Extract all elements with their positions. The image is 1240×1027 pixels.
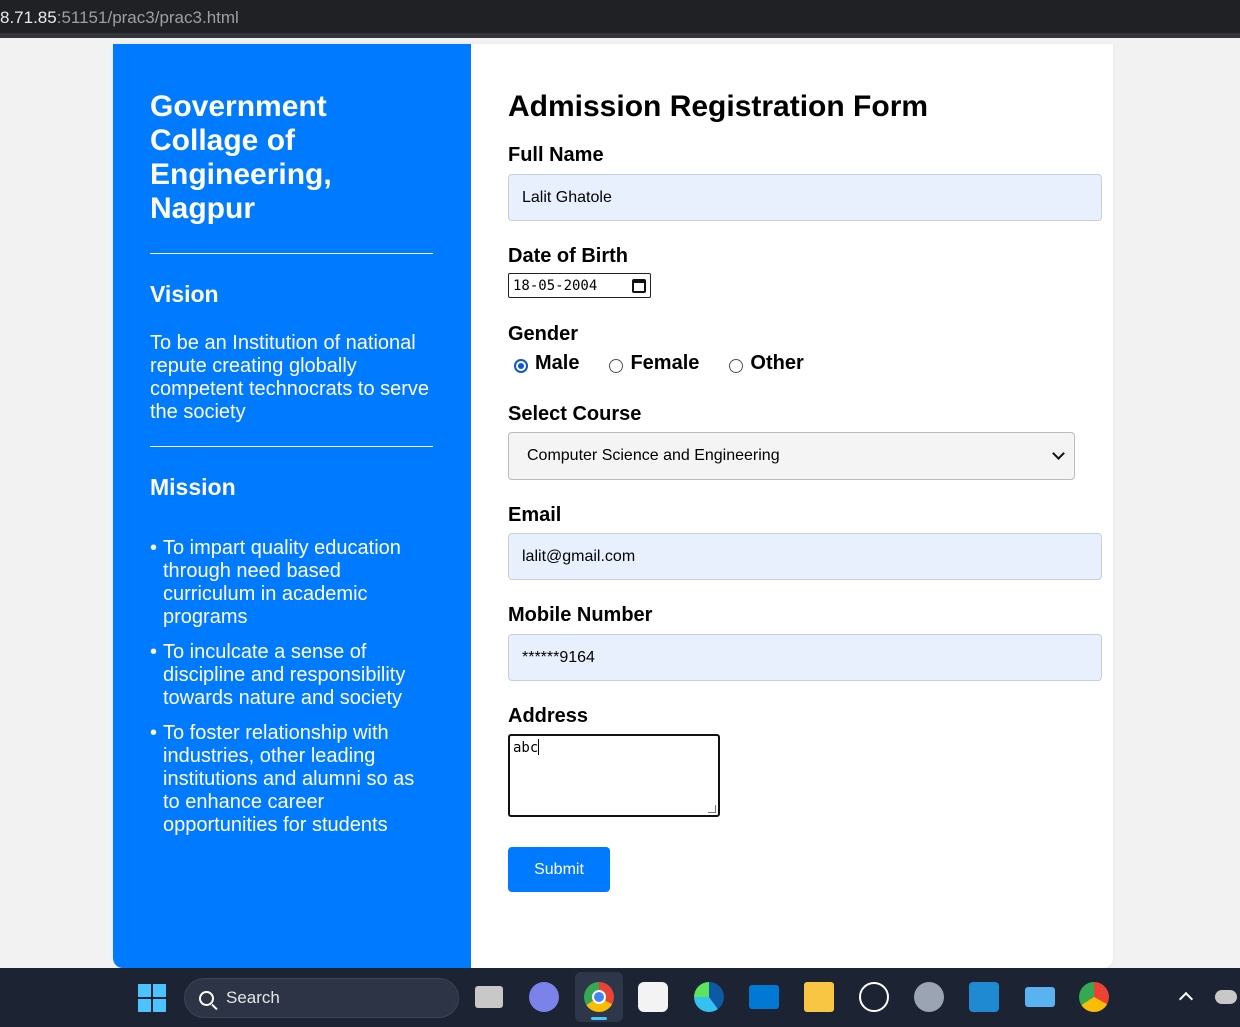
mission-item: To inculcate a sense of discipline and r…: [150, 641, 433, 710]
mobile-input[interactable]: ******9164: [508, 634, 1102, 681]
cloud-icon[interactable]: [1215, 990, 1237, 1004]
vscode-icon[interactable]: [969, 982, 999, 1012]
gender-male-option[interactable]: Male: [508, 352, 579, 375]
form-title: Admission Registration Form: [508, 90, 929, 123]
task-view-icon[interactable]: [475, 986, 503, 1008]
mail-icon[interactable]: [749, 985, 779, 1009]
course-label: Select Course: [508, 403, 642, 425]
address-textarea[interactable]: abc: [508, 734, 720, 817]
course-select[interactable]: Computer Science and Engineering: [508, 432, 1075, 480]
toolbar-divider: [0, 33, 1240, 38]
college-sidebar: Government Collage of Engineering, Nagpu…: [113, 44, 471, 968]
full-name-label: Full Name: [508, 144, 604, 166]
chrome-profile-icon[interactable]: [1079, 982, 1109, 1012]
gender-female-option[interactable]: Female: [603, 352, 699, 375]
mission-item: To impart quality education through need…: [150, 537, 433, 629]
address-value: abc: [513, 740, 539, 756]
resize-grip-icon[interactable]: [708, 805, 716, 813]
calendar-icon[interactable]: [632, 278, 646, 293]
gender-option-label: Female: [630, 352, 700, 374]
gender-label: Gender: [508, 323, 579, 345]
meet-icon[interactable]: [529, 982, 559, 1012]
vision-heading: Vision: [150, 281, 219, 307]
gender-other-option[interactable]: Other: [723, 352, 804, 375]
dob-value: 18-05-2004: [513, 277, 598, 294]
gender-option-label: Male: [535, 352, 580, 374]
radio-button-checked[interactable]: [514, 358, 528, 373]
course-selected-value: Computer Science and Engineering: [527, 447, 780, 464]
taskbar-search[interactable]: Search: [184, 978, 459, 1018]
settings-icon[interactable]: [914, 982, 944, 1012]
chrome-icon[interactable]: [575, 972, 623, 1022]
submit-button[interactable]: Submit: [508, 847, 610, 892]
mission-item: To foster relationship with industries, …: [150, 722, 433, 837]
full-name-input[interactable]: Lalit Ghatole: [508, 174, 1102, 221]
chevron-down-icon: [1052, 447, 1065, 460]
url-host: 8.71.85: [0, 8, 57, 27]
registration-form: Admission Registration Form Full Name La…: [471, 44, 1113, 968]
store-icon[interactable]: [638, 982, 668, 1012]
email-input[interactable]: lalit@gmail.com: [508, 533, 1102, 580]
taskbar-search-label: Search: [226, 988, 280, 1007]
mobile-label: Mobile Number: [508, 604, 653, 626]
mission-list: To impart quality education through need…: [150, 537, 433, 837]
page-card: Government Collage of Engineering, Nagpu…: [113, 44, 1113, 968]
address-label: Address: [508, 705, 589, 727]
vision-text: To be an Institution of national repute …: [150, 332, 430, 423]
text-caret: [538, 739, 540, 755]
email-label: Email: [508, 504, 562, 526]
remote-icon[interactable]: [1025, 987, 1055, 1007]
dell-icon[interactable]: [859, 982, 889, 1012]
search-icon: [199, 990, 214, 1006]
gender-radio-group: Male Female Other: [508, 352, 1113, 375]
url-text[interactable]: 8.71.85:51151/prac3/prac3.html: [0, 8, 239, 28]
chevron-up-icon[interactable]: [1178, 991, 1194, 1007]
college-name: Government Collage of Engineering, Nagpu…: [150, 90, 332, 225]
dob-label: Date of Birth: [508, 245, 628, 267]
file-explorer-icon[interactable]: [804, 982, 834, 1012]
edge-icon[interactable]: [694, 982, 724, 1012]
divider: [150, 446, 433, 447]
mission-heading: Mission: [150, 474, 236, 500]
radio-button[interactable]: [729, 358, 744, 373]
windows-start-icon[interactable]: [138, 984, 166, 1012]
divider: [150, 253, 433, 254]
browser-address-bar[interactable]: 8.71.85:51151/prac3/prac3.html: [0, 0, 1240, 38]
gender-option-label: Other: [750, 352, 804, 374]
radio-button[interactable]: [609, 358, 624, 373]
url-path: :51151/prac3/prac3.html: [56, 8, 239, 27]
dob-input[interactable]: 18-05-2004: [508, 273, 651, 298]
